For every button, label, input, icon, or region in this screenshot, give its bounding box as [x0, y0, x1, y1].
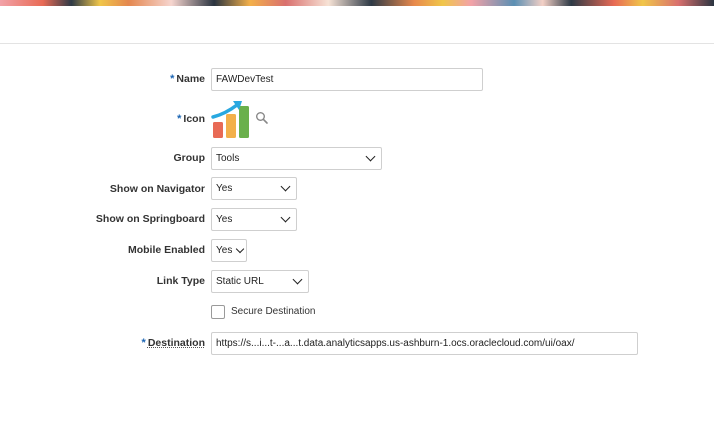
chevron-down-icon: [235, 244, 245, 253]
name-label: * Name: [170, 73, 205, 85]
show-on-springboard-select[interactable]: Yes: [211, 208, 297, 231]
destination-input[interactable]: https://s...i...t-...a...t.data.analytic…: [211, 332, 638, 355]
name-input[interactable]: FAWDevTest: [211, 68, 483, 91]
mobile-enabled-label: Mobile Enabled: [127, 244, 205, 256]
chevron-down-icon: [292, 274, 303, 285]
show-on-navigator-select[interactable]: Yes: [211, 177, 297, 200]
required-marker: *: [170, 73, 175, 85]
header-divider: [0, 43, 714, 44]
chevron-down-icon: [365, 151, 376, 162]
link-type-select[interactable]: Static URL: [211, 270, 309, 293]
destination-label: * Destination: [141, 337, 205, 349]
header-banner: [0, 0, 714, 6]
group-select[interactable]: Tools: [211, 147, 382, 170]
bar-chart-trend-icon[interactable]: [211, 99, 253, 139]
chevron-down-icon: [280, 181, 291, 192]
secure-destination-label[interactable]: Secure Destination: [231, 306, 316, 317]
link-type-label: Link Type: [156, 275, 205, 287]
icon-label: * Icon: [177, 113, 205, 125]
show-on-springboard-label: Show on Springboard: [95, 213, 205, 225]
required-marker: *: [177, 113, 182, 125]
required-marker: *: [141, 337, 146, 349]
search-icon[interactable]: [255, 111, 269, 125]
mobile-enabled-select[interactable]: Yes: [211, 239, 247, 262]
secure-destination-checkbox[interactable]: [211, 305, 225, 319]
chevron-down-icon: [280, 212, 291, 223]
show-on-navigator-label: Show on Navigator: [109, 183, 205, 195]
group-label: Group: [173, 152, 206, 164]
